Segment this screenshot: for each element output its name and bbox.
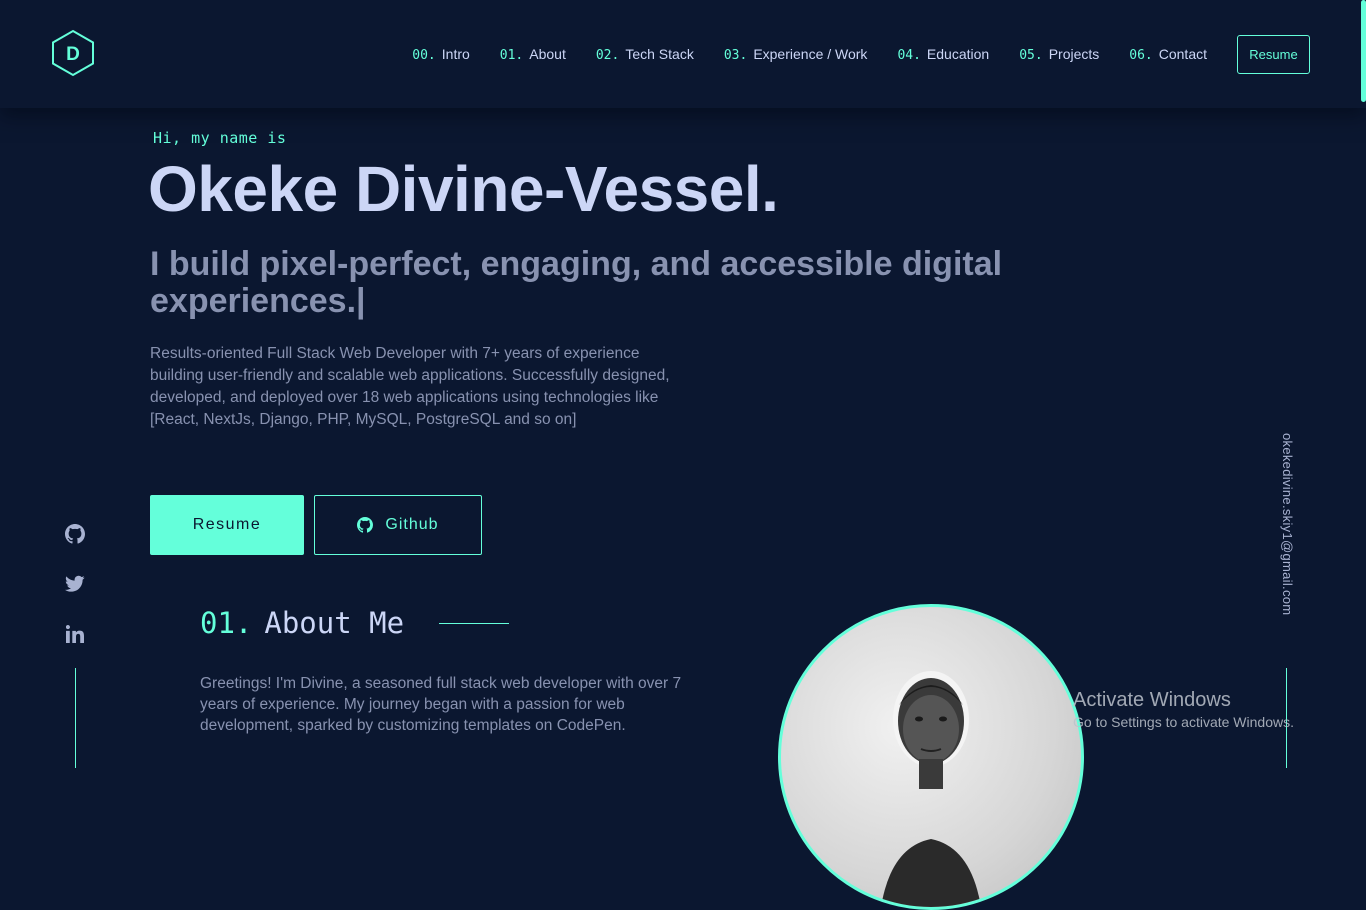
about-heading: 01. About Me bbox=[200, 606, 404, 640]
github-icon bbox=[65, 524, 85, 544]
linkedin-icon bbox=[66, 625, 84, 643]
activate-windows-subtitle: Go to Settings to activate Windows. bbox=[1073, 714, 1294, 730]
nav-item-label: Intro bbox=[441, 46, 470, 62]
nav-item-education[interactable]: 04. Education bbox=[897, 46, 989, 63]
hero-tagline: I build pixel-perfect, engaging, and acc… bbox=[150, 245, 1003, 320]
logo-hexagon-icon[interactable]: D bbox=[50, 29, 96, 77]
nav-links: 00. Intro 01. About 02. Tech Stack 03. Exper… bbox=[382, 35, 1310, 74]
nav-item-number: 04. bbox=[897, 48, 921, 63]
nav-item-label: About bbox=[529, 46, 566, 62]
nav-item-number: 00. bbox=[412, 48, 436, 63]
nav-item-number: 01. bbox=[499, 48, 524, 63]
hero-greeting: Hi, my name is bbox=[153, 129, 287, 147]
nav-item-projects[interactable]: 05. Projects bbox=[1019, 46, 1099, 63]
nav-item-about[interactable]: 01. About bbox=[500, 46, 566, 63]
nav-item-contact[interactable]: 06. Contact bbox=[1129, 46, 1207, 63]
nav-item-label: Education bbox=[926, 46, 990, 62]
left-side-line bbox=[75, 668, 76, 768]
nav-item-number: 06. bbox=[1129, 48, 1153, 63]
profile-photo-image bbox=[881, 671, 981, 907]
github-social-link[interactable] bbox=[64, 523, 86, 545]
nav-item-tech-stack[interactable]: 02. Tech Stack bbox=[596, 46, 694, 63]
nav-resume-button[interactable]: Resume bbox=[1237, 35, 1310, 74]
nav-item-number: 02. bbox=[595, 48, 620, 63]
nav-item-label: Projects bbox=[1048, 46, 1100, 62]
side-email-link[interactable]: okekedivine.skiy1@gmail.com bbox=[1280, 433, 1295, 615]
linkedin-social-link[interactable] bbox=[64, 623, 86, 645]
activate-windows-title: Activate Windows bbox=[1073, 689, 1231, 711]
nav-item-label: Experience / Work bbox=[753, 46, 868, 62]
twitter-social-link[interactable] bbox=[64, 573, 86, 595]
github-icon bbox=[357, 517, 374, 533]
about-number: 01. bbox=[200, 606, 253, 640]
nav-item-label: Contact bbox=[1158, 46, 1207, 62]
top-navbar: D 00. Intro 01. About 02. Tech Stack 03. Exp… bbox=[0, 0, 1366, 108]
about-text: Greetings! I'm Divine, a seasoned full s… bbox=[200, 675, 682, 734]
profile-photo bbox=[778, 604, 1084, 910]
hero-description: Results-oriented Full Stack Web Develope… bbox=[150, 345, 670, 428]
nav-item-number: 05. bbox=[1019, 48, 1043, 63]
about-title: About Me bbox=[264, 606, 405, 640]
github-button[interactable]: Github bbox=[314, 495, 482, 555]
nav-item-experience[interactable]: 03. Experience / Work bbox=[724, 46, 868, 63]
about-divider bbox=[439, 623, 509, 624]
nav-item-intro[interactable]: 00. Intro bbox=[412, 46, 470, 63]
twitter-icon bbox=[65, 575, 85, 592]
hero-name: Okeke Divine-Vessel. bbox=[148, 153, 779, 225]
nav-item-label: Tech Stack bbox=[625, 46, 694, 62]
nav-item-number: 03. bbox=[723, 48, 748, 63]
logo-letter: D bbox=[66, 44, 80, 65]
resume-button[interactable]: Resume bbox=[150, 495, 304, 555]
github-button-label: Github bbox=[385, 516, 439, 533]
scrollbar-thumb[interactable] bbox=[1361, 0, 1366, 102]
